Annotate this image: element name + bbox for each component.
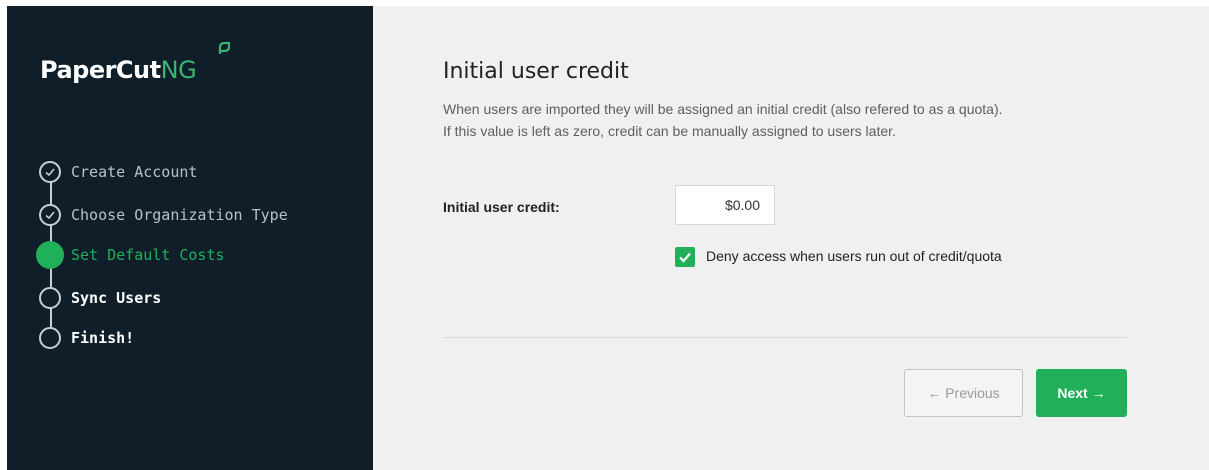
previous-button[interactable]: ← Previous: [904, 369, 1023, 417]
initial-credit-label: Initial user credit:: [443, 199, 560, 215]
initial-credit-input[interactable]: [675, 185, 775, 225]
step-label: Sync Users: [71, 289, 162, 307]
wizard-content: Initial user credit When users are impor…: [373, 6, 1209, 470]
logo-suffix-text: NG: [160, 56, 197, 84]
empty-circle-icon: [39, 287, 61, 309]
step-choose-organization-type: Choose Organization Type: [37, 201, 288, 229]
step-finish: Finish!: [37, 324, 134, 352]
wizard-sidebar: PaperCutNG Create Account Choose Organiz…: [7, 6, 373, 470]
step-sync-users: Sync Users: [37, 284, 161, 312]
section-divider: [443, 337, 1127, 338]
description-line: When users are imported they will be ass…: [443, 101, 1003, 117]
step-label: Finish!: [71, 329, 135, 347]
papercut-logo: PaperCutNG: [40, 42, 230, 84]
step-label: Choose Organization Type: [71, 206, 288, 224]
step-label: Create Account: [71, 163, 198, 181]
leaf-icon: [218, 42, 230, 54]
empty-circle-icon: [39, 327, 61, 349]
deny-access-checkbox[interactable]: [675, 247, 695, 267]
page-title: Initial user credit: [443, 59, 629, 84]
step-create-account: Create Account: [37, 158, 197, 186]
check-circle-icon: [39, 204, 61, 226]
check-circle-icon: [39, 161, 61, 183]
checkmark-icon: [679, 252, 691, 263]
step-set-default-costs: Set Default Costs: [36, 241, 225, 269]
logo-brand-text: PaperCut: [40, 56, 161, 84]
step-label: Set Default Costs: [71, 246, 225, 264]
page-description: When users are imported they will be ass…: [443, 98, 1163, 142]
next-button[interactable]: Next →: [1036, 369, 1127, 417]
deny-access-label[interactable]: Deny access when users run out of credit…: [706, 248, 1002, 264]
description-line: If this value is left as zero, credit ca…: [443, 123, 896, 139]
filled-circle-icon: [36, 241, 64, 269]
